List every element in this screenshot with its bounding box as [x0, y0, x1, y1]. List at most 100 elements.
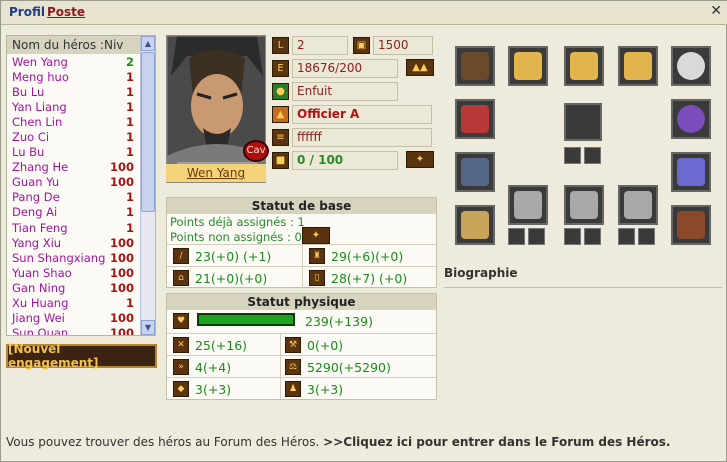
hero-list-row[interactable]: Chen Lin 1 [7, 114, 155, 129]
scrollbar-thumb[interactable] [141, 52, 155, 212]
hero-list-row[interactable]: Sun Quan 100 [7, 326, 155, 336]
equip-slot-chest-3[interactable] [618, 46, 658, 86]
hero-list-row[interactable]: Bu Lu 1 [7, 84, 155, 99]
tab-profil[interactable]: Profil [9, 5, 45, 19]
hero-window: Profil Poste ✕ Nom du héros : Niv Wen Ya… [0, 0, 727, 462]
assign-points-button[interactable]: ✦ [302, 227, 330, 244]
gems-icon [677, 158, 705, 186]
physical-stat-c-value: 4(+4) [195, 359, 232, 375]
equip-slot-book[interactable] [455, 46, 495, 86]
physical-stat-c: » 4(+4) [173, 356, 231, 378]
hero-list-row[interactable]: Xu Huang 1 [7, 296, 155, 311]
gem-slot[interactable] [638, 228, 655, 245]
defense-value: 29(+6)(+0) [331, 248, 404, 264]
close-icon[interactable]: ✕ [710, 3, 722, 19]
hero-list-row[interactable]: Yan Liang 1 [7, 99, 155, 114]
biography-title: Biographie [444, 266, 518, 280]
equip-slot-spear[interactable] [455, 152, 495, 192]
level-icon: L [272, 37, 289, 54]
horse-speed-icon: » [173, 359, 189, 375]
armor-icon [461, 105, 489, 133]
hero-row-name: Sun Quan [12, 326, 69, 336]
gem-slot[interactable] [528, 228, 545, 245]
hero-row-name: Chen Lin [12, 114, 63, 129]
gem-slot[interactable] [564, 147, 581, 164]
hero-row-level: 100 [109, 326, 134, 336]
hero-row-name: Tian Feng [12, 220, 68, 235]
equipment-grid [444, 35, 722, 256]
hero-list-row[interactable]: Yuan Shao 100 [7, 265, 155, 280]
rank-field: Officier A [292, 105, 432, 124]
hero-list-row[interactable]: Guan Yu 100 [7, 175, 155, 190]
hero-row-level: 100 [109, 250, 134, 265]
recruit-soldiers-button[interactable]: ✦ [406, 151, 434, 168]
equip-slot-boots[interactable] [455, 205, 495, 245]
hero-list-row[interactable]: Jiang Wei 100 [7, 311, 155, 326]
hero-list-row[interactable]: Zhang He 100 [7, 160, 155, 175]
hp-value: 239(+139) [305, 313, 373, 329]
physical-stat-d: ⚖ 5290(+5290) [285, 356, 391, 378]
scroll-icon: ▯ [309, 270, 325, 286]
level-field: 2 [292, 36, 348, 55]
equip-slot-chest-2[interactable] [564, 46, 604, 86]
hero-row-level: 1 [125, 190, 134, 205]
hero-row-level: 1 [125, 296, 134, 311]
forum-link[interactable]: >>Cliquez ici pour entrer dans le Forum … [323, 435, 670, 449]
hero-list-row[interactable]: Zuo Ci 1 [7, 129, 155, 144]
gem-slot[interactable] [584, 228, 601, 245]
level-up-button[interactable]: ▲▲ [406, 59, 434, 76]
crossed-swords-icon: ✕ [173, 337, 189, 353]
hero-list-row[interactable]: Gan Ning 100 [7, 280, 155, 295]
yin-yang-icon [677, 52, 705, 80]
hero-list-header: Nom du héros : Niv [7, 36, 155, 54]
hero-list-row[interactable]: Pang De 1 [7, 190, 155, 205]
locked-box-icon [624, 191, 652, 219]
physical-stat-b: ⚒ 0(+0) [285, 334, 343, 356]
soldiers-icon: ■ [272, 152, 289, 169]
equip-slot-gems[interactable] [671, 152, 711, 192]
gem-slot[interactable] [564, 228, 581, 245]
soldiers-field: 0 / 100 [292, 151, 398, 170]
hero-list-row[interactable]: Deng Ai 1 [7, 205, 155, 220]
gem-slot[interactable] [508, 228, 525, 245]
equip-slot-yinyang[interactable] [671, 46, 711, 86]
equip-slot-box-1[interactable] [508, 185, 548, 225]
hero-row-level: 1 [125, 205, 134, 220]
hero-name-link[interactable]: Wen Yang [166, 164, 266, 182]
equip-slot-orb[interactable] [671, 99, 711, 139]
command-value: 21(+0)(+0) [195, 270, 268, 286]
hero-list-row[interactable]: Meng huo 1 [7, 69, 155, 84]
equip-slot-horse[interactable] [671, 205, 711, 245]
hero-list-row[interactable]: Lu Bu 1 [7, 145, 155, 160]
equip-slot-box-3[interactable] [618, 185, 658, 225]
tab-poste[interactable]: Poste [47, 5, 85, 19]
new-engagement-button[interactable]: [Nouvel engagement] [6, 342, 157, 370]
physical-stat-e-value: 3(+3) [195, 381, 232, 397]
equip-slot-armor[interactable] [455, 99, 495, 139]
footer: Vous pouvez trouver des héros au Forum d… [6, 435, 670, 449]
locked-box-icon [570, 191, 598, 219]
hero-row-name: Gan Ning [12, 280, 66, 295]
hp-stat: ♥ [173, 310, 195, 332]
hero-list-row[interactable]: Wen Yang 2 [7, 54, 155, 69]
hero-row-level: 100 [109, 311, 134, 326]
hero-row-level: 100 [109, 160, 134, 175]
hero-row-name: Lu Bu [12, 145, 45, 160]
equip-slot-empty[interactable] [564, 103, 602, 141]
footer-text: Vous pouvez trouver des héros au Forum d… [6, 435, 320, 449]
equip-slot-box-2[interactable] [564, 185, 604, 225]
base-stats-panel: Statut de base Points déjà assignés : 1 … [166, 197, 437, 288]
equip-slot-chest-1[interactable] [508, 46, 548, 86]
scroll-up-arrow-icon[interactable]: ▲ [141, 36, 155, 51]
hero-row-level: 1 [125, 84, 134, 99]
hero-list-row[interactable]: Sun Shangxiang 100 [7, 250, 155, 265]
hero-list-row[interactable]: Tian Feng 1 [7, 220, 155, 235]
book-icon [461, 52, 489, 80]
hero-row-name: Yan Liang [12, 99, 67, 114]
physical-stats-title: Statut physique [167, 294, 436, 310]
hero-list-scrollbar[interactable]: ▲ ▼ [140, 36, 155, 335]
hero-list-row[interactable]: Yang Xiu 100 [7, 235, 155, 250]
gem-slot[interactable] [584, 147, 601, 164]
scroll-down-arrow-icon[interactable]: ▼ [141, 320, 155, 335]
gem-slot[interactable] [618, 228, 635, 245]
